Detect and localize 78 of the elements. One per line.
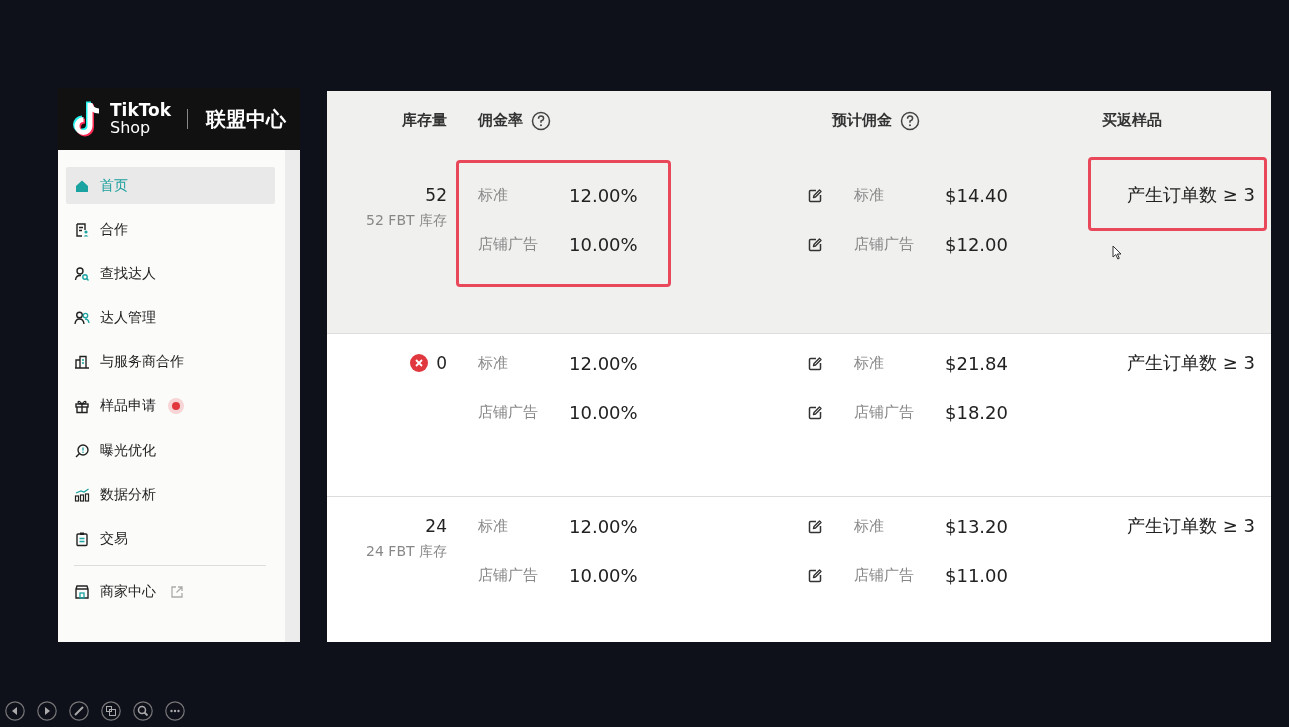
rate-label: 标准 xyxy=(478,354,509,373)
windows-icon[interactable] xyxy=(101,701,121,721)
commission-value: $12.00 xyxy=(945,234,1008,255)
sidebar-item[interactable]: 数据分析 xyxy=(66,476,275,514)
edit-icon xyxy=(807,355,823,372)
sidebar-item[interactable]: 达人管理 xyxy=(66,299,275,337)
rate-value: 12.00% xyxy=(569,516,638,537)
person-search-icon xyxy=(74,265,90,282)
sample-condition: 产生订单数 ≥ 3 xyxy=(1127,514,1255,538)
sidebar-item[interactable]: 合作 xyxy=(66,211,275,249)
previous-icon[interactable] xyxy=(5,701,25,721)
rate-label: 店铺广告 xyxy=(478,235,539,254)
column-header: 库存量 xyxy=(402,111,447,130)
rate-value: 10.00% xyxy=(569,234,638,255)
sidebar-item[interactable]: 曝光优化 xyxy=(66,432,275,470)
document-person-icon xyxy=(74,221,90,238)
column-header: 买返样品 xyxy=(1102,111,1162,130)
edit-icon xyxy=(807,518,823,535)
stock-note: 24 FBT 库存 xyxy=(366,542,447,561)
commission-value: $21.84 xyxy=(945,353,1008,374)
stock-count: 52 xyxy=(425,184,447,207)
sidebar-item[interactable]: 商家中心 xyxy=(66,573,275,611)
brand-subname: Shop xyxy=(110,119,152,136)
rate-label: 标准 xyxy=(478,517,509,536)
sidebar-item[interactable]: 交易 xyxy=(66,520,275,558)
rate-value: 10.00% xyxy=(569,565,638,586)
edit-button[interactable] xyxy=(807,518,823,535)
search-icon[interactable] xyxy=(133,701,153,721)
commission-value: $11.00 xyxy=(945,565,1008,586)
next-icon[interactable] xyxy=(37,701,57,721)
sample-condition: 产生订单数 ≥ 3 xyxy=(1127,183,1255,207)
brand-name: TikTok xyxy=(110,102,172,119)
pen-icon[interactable] xyxy=(69,701,89,721)
commission-value: $13.20 xyxy=(945,516,1008,537)
bar-chart-icon xyxy=(74,486,90,503)
mouse-cursor-icon xyxy=(1112,245,1122,260)
building-icon xyxy=(74,354,90,371)
table-row[interactable]: 52 52 FBT 库存 标准 12.00% 店铺广告 10.00% 标准 $14.40 店铺广告 $12.00 产生订单数 ≥ 3 xyxy=(327,150,1271,333)
commission-label: 店铺广告 xyxy=(854,403,915,422)
commission-value: $14.40 xyxy=(945,185,1008,206)
rate-value: 12.00% xyxy=(569,353,638,374)
brand-title: 联盟中心 xyxy=(206,105,287,133)
edit-button[interactable] xyxy=(807,236,823,253)
rate-label: 店铺广告 xyxy=(478,403,539,422)
people-icon xyxy=(74,310,90,327)
stock-count: 0 xyxy=(436,352,447,375)
edit-icon xyxy=(807,567,823,584)
edit-button[interactable] xyxy=(807,187,823,204)
clipboard-icon xyxy=(74,531,90,547)
edit-icon xyxy=(807,187,823,204)
store-icon xyxy=(74,584,90,601)
commission-label: 标准 xyxy=(854,517,885,536)
column-header: 预计佣金 xyxy=(832,111,892,130)
edit-icon xyxy=(807,404,823,421)
commission-label: 店铺广告 xyxy=(854,566,915,585)
scroll-bar[interactable] xyxy=(285,150,300,642)
edit-button[interactable] xyxy=(807,404,823,421)
stock-note: 52 FBT 库存 xyxy=(366,211,447,230)
magnifier-alert-icon xyxy=(74,442,90,459)
commission-label: 店铺广告 xyxy=(854,235,915,254)
commission-value: $18.20 xyxy=(945,402,1008,423)
stock-count: 24 xyxy=(425,515,447,538)
sidebar-item[interactable]: 查找达人 xyxy=(66,255,275,293)
column-header: 佣金率 xyxy=(478,111,523,130)
edit-icon xyxy=(807,236,823,253)
rate-value: 12.00% xyxy=(569,185,638,206)
sidebar-item[interactable]: 与服务商合作 xyxy=(66,343,275,381)
rate-label: 店铺广告 xyxy=(478,566,539,585)
commission-label: 标准 xyxy=(854,186,885,205)
sidebar-item[interactable]: 样品申请 xyxy=(66,387,275,425)
sample-condition: 产生订单数 ≥ 3 xyxy=(1127,351,1255,375)
gift-icon xyxy=(74,398,90,415)
rate-label: 标准 xyxy=(478,186,509,205)
more-icon[interactable] xyxy=(165,701,185,721)
rate-value: 10.00% xyxy=(569,402,638,423)
commission-label: 标准 xyxy=(854,354,885,373)
edit-button[interactable] xyxy=(807,355,823,372)
edit-button[interactable] xyxy=(807,567,823,584)
